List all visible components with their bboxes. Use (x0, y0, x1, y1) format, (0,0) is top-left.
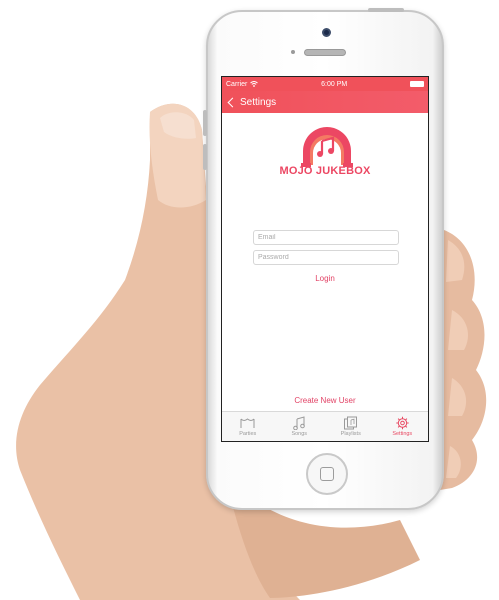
email-input[interactable] (253, 230, 399, 245)
tab-label: Parties (239, 431, 257, 437)
create-new-user-button[interactable]: Create New User (222, 396, 428, 405)
back-button[interactable]: Settings (226, 97, 276, 108)
home-square-icon (320, 467, 334, 481)
music-note-icon (292, 416, 305, 430)
app-screen: Carrier 6:00 PM Settings MOJO JUKEBOX Lo… (221, 76, 429, 442)
status-time: 6:00 PM (321, 80, 348, 88)
tab-bar: Parties Songs Playlists Settings (222, 411, 428, 441)
front-camera (322, 28, 331, 37)
tab-playlists[interactable]: Playlists (325, 412, 377, 441)
brand-wordmark: MOJO JUKEBOX (279, 165, 371, 177)
login-button[interactable]: Login (222, 274, 428, 283)
tab-songs[interactable]: Songs (274, 412, 326, 441)
nav-bar: Settings (222, 91, 428, 113)
tab-label: Settings (392, 431, 413, 437)
back-label: Settings (240, 96, 277, 108)
status-bar: Carrier 6:00 PM (222, 77, 428, 91)
tab-label: Songs (291, 431, 308, 437)
wifi-icon (250, 81, 259, 87)
power-button (368, 8, 404, 12)
tab-label: Playlists (340, 431, 361, 437)
password-input[interactable] (253, 250, 399, 265)
jukebox-logo-icon (301, 127, 353, 167)
playlists-icon (344, 416, 358, 430)
earpiece-speaker (304, 49, 346, 56)
carrier-label: Carrier (226, 80, 248, 88)
battery-icon (410, 81, 424, 87)
gear-icon (396, 416, 409, 430)
home-button[interactable] (306, 453, 348, 495)
volume-down-button (203, 144, 207, 170)
parties-icon (240, 418, 255, 428)
tab-parties[interactable]: Parties (222, 412, 274, 441)
chevron-left-icon (227, 97, 238, 107)
volume-up-button (203, 110, 207, 136)
tab-settings[interactable]: Settings (377, 412, 429, 441)
proximity-sensor (291, 50, 295, 54)
